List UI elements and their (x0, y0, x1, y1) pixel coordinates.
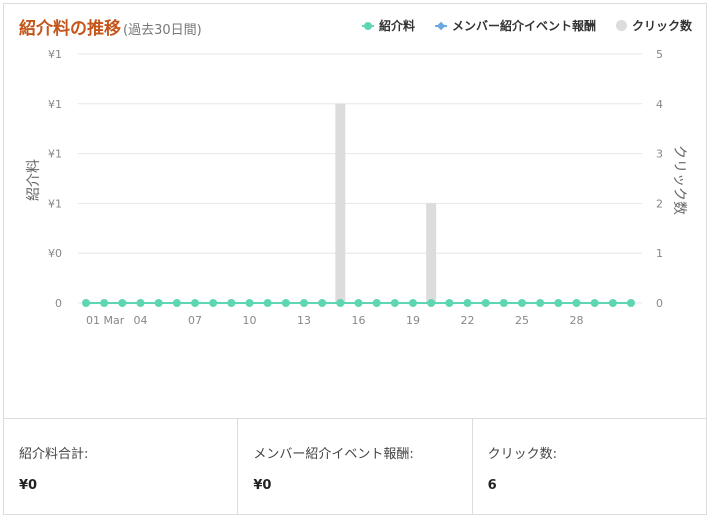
data-point (627, 299, 635, 307)
x-tick-label: 16 (352, 314, 366, 327)
data-point (390, 299, 399, 307)
y-right-tick-label: 5 (656, 48, 663, 61)
x-tick-label: 07 (188, 314, 202, 327)
data-point (82, 299, 90, 307)
data-point (336, 299, 345, 307)
x-tick-label: 19 (406, 314, 420, 327)
stat-label: メンバー紹介イベント報酬: (253, 447, 414, 462)
y-left-axis-title: 紹介料 (26, 159, 42, 201)
y-right-tick-label: 0 (656, 297, 663, 310)
data-point (572, 299, 581, 307)
y-left-tick-label: ¥1 (48, 48, 62, 61)
y-left-tick-label: ¥1 (48, 98, 62, 111)
chart-plot: 0 0 ¥0 1 ¥1 2 ¥1 3 ¥1 4 ¥1 5 紹介料 クリック数 01 Mar 04 07 10 13 1… (26, 48, 687, 327)
x-tick-label: 22 (461, 314, 475, 327)
data-point (372, 299, 381, 307)
data-point (263, 299, 272, 307)
data-point (154, 299, 163, 307)
stat-value: ¥0 (253, 478, 272, 493)
y-left-tick-label: ¥1 (48, 148, 62, 161)
data-point (554, 299, 563, 307)
x-tick-label: 10 (243, 314, 257, 327)
y-right-tick-label: 3 (656, 148, 663, 161)
summary-footer: 紹介料合計: ¥0 メンバー紹介イベント報酬: ¥0 クリック数: 6 (4, 418, 706, 514)
referral-fee-card: 紹介料の推移 (過去30日間) 紹介料 メンバー紹介イベント報酬 クリック数 00… (3, 3, 707, 515)
click-bar (426, 203, 437, 303)
data-point (536, 299, 545, 307)
x-tick-label: 04 (134, 314, 148, 327)
data-point (608, 299, 617, 307)
click-bar (335, 103, 346, 303)
data-point (518, 299, 526, 307)
data-point (172, 299, 181, 307)
data-point (118, 299, 127, 307)
data-point (445, 299, 454, 307)
x-tick-label: 25 (515, 314, 529, 327)
data-point (409, 299, 417, 307)
data-point (318, 299, 327, 307)
stat-member-event-reward: メンバー紹介イベント報酬: ¥0 (238, 419, 473, 514)
data-point (281, 299, 290, 307)
stat-value: 6 (487, 478, 497, 493)
data-point (481, 299, 490, 307)
y-right-tick-label: 1 (656, 247, 663, 260)
data-point (136, 299, 145, 307)
data-point (245, 299, 254, 307)
data-point (463, 299, 472, 307)
data-point (191, 299, 199, 307)
x-tick-label: 28 (570, 314, 584, 327)
y-right-tick-label: 2 (656, 197, 663, 210)
data-point (427, 299, 436, 307)
stat-value: ¥0 (19, 478, 38, 493)
y-right-axis-title: クリック数 (671, 145, 687, 215)
x-tick-label: 13 (297, 314, 311, 327)
x-tick-label: 01 Mar (86, 314, 125, 327)
y-left-tick-label: ¥1 (48, 197, 62, 210)
data-point (590, 299, 599, 307)
y-left-tick-label: 0 (55, 297, 62, 310)
data-point (300, 299, 308, 307)
data-point (100, 299, 109, 307)
y-right-tick-label: 4 (656, 98, 663, 111)
data-point (227, 299, 236, 307)
stat-label: クリック数: (487, 447, 558, 462)
stat-referral-total: 紹介料合計: ¥0 (4, 419, 239, 514)
data-point (209, 299, 218, 307)
data-point (354, 299, 363, 307)
y-left-tick-label: ¥0 (48, 247, 62, 260)
data-point (499, 299, 508, 307)
stat-clicks: クリック数: 6 (473, 419, 706, 514)
stat-label: 紹介料合計: (19, 447, 89, 462)
